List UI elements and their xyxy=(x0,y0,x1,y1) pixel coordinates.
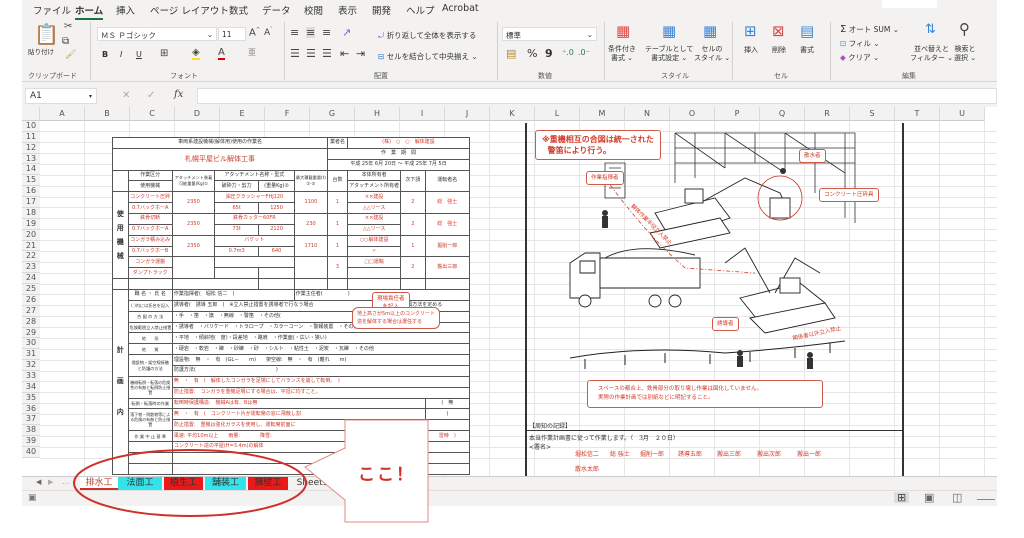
highlight-ellipse xyxy=(73,449,307,517)
annotation-overlay xyxy=(73,419,429,523)
annotation-callout-arrow xyxy=(304,447,346,501)
annotation-text: ここ！ xyxy=(358,465,415,485)
